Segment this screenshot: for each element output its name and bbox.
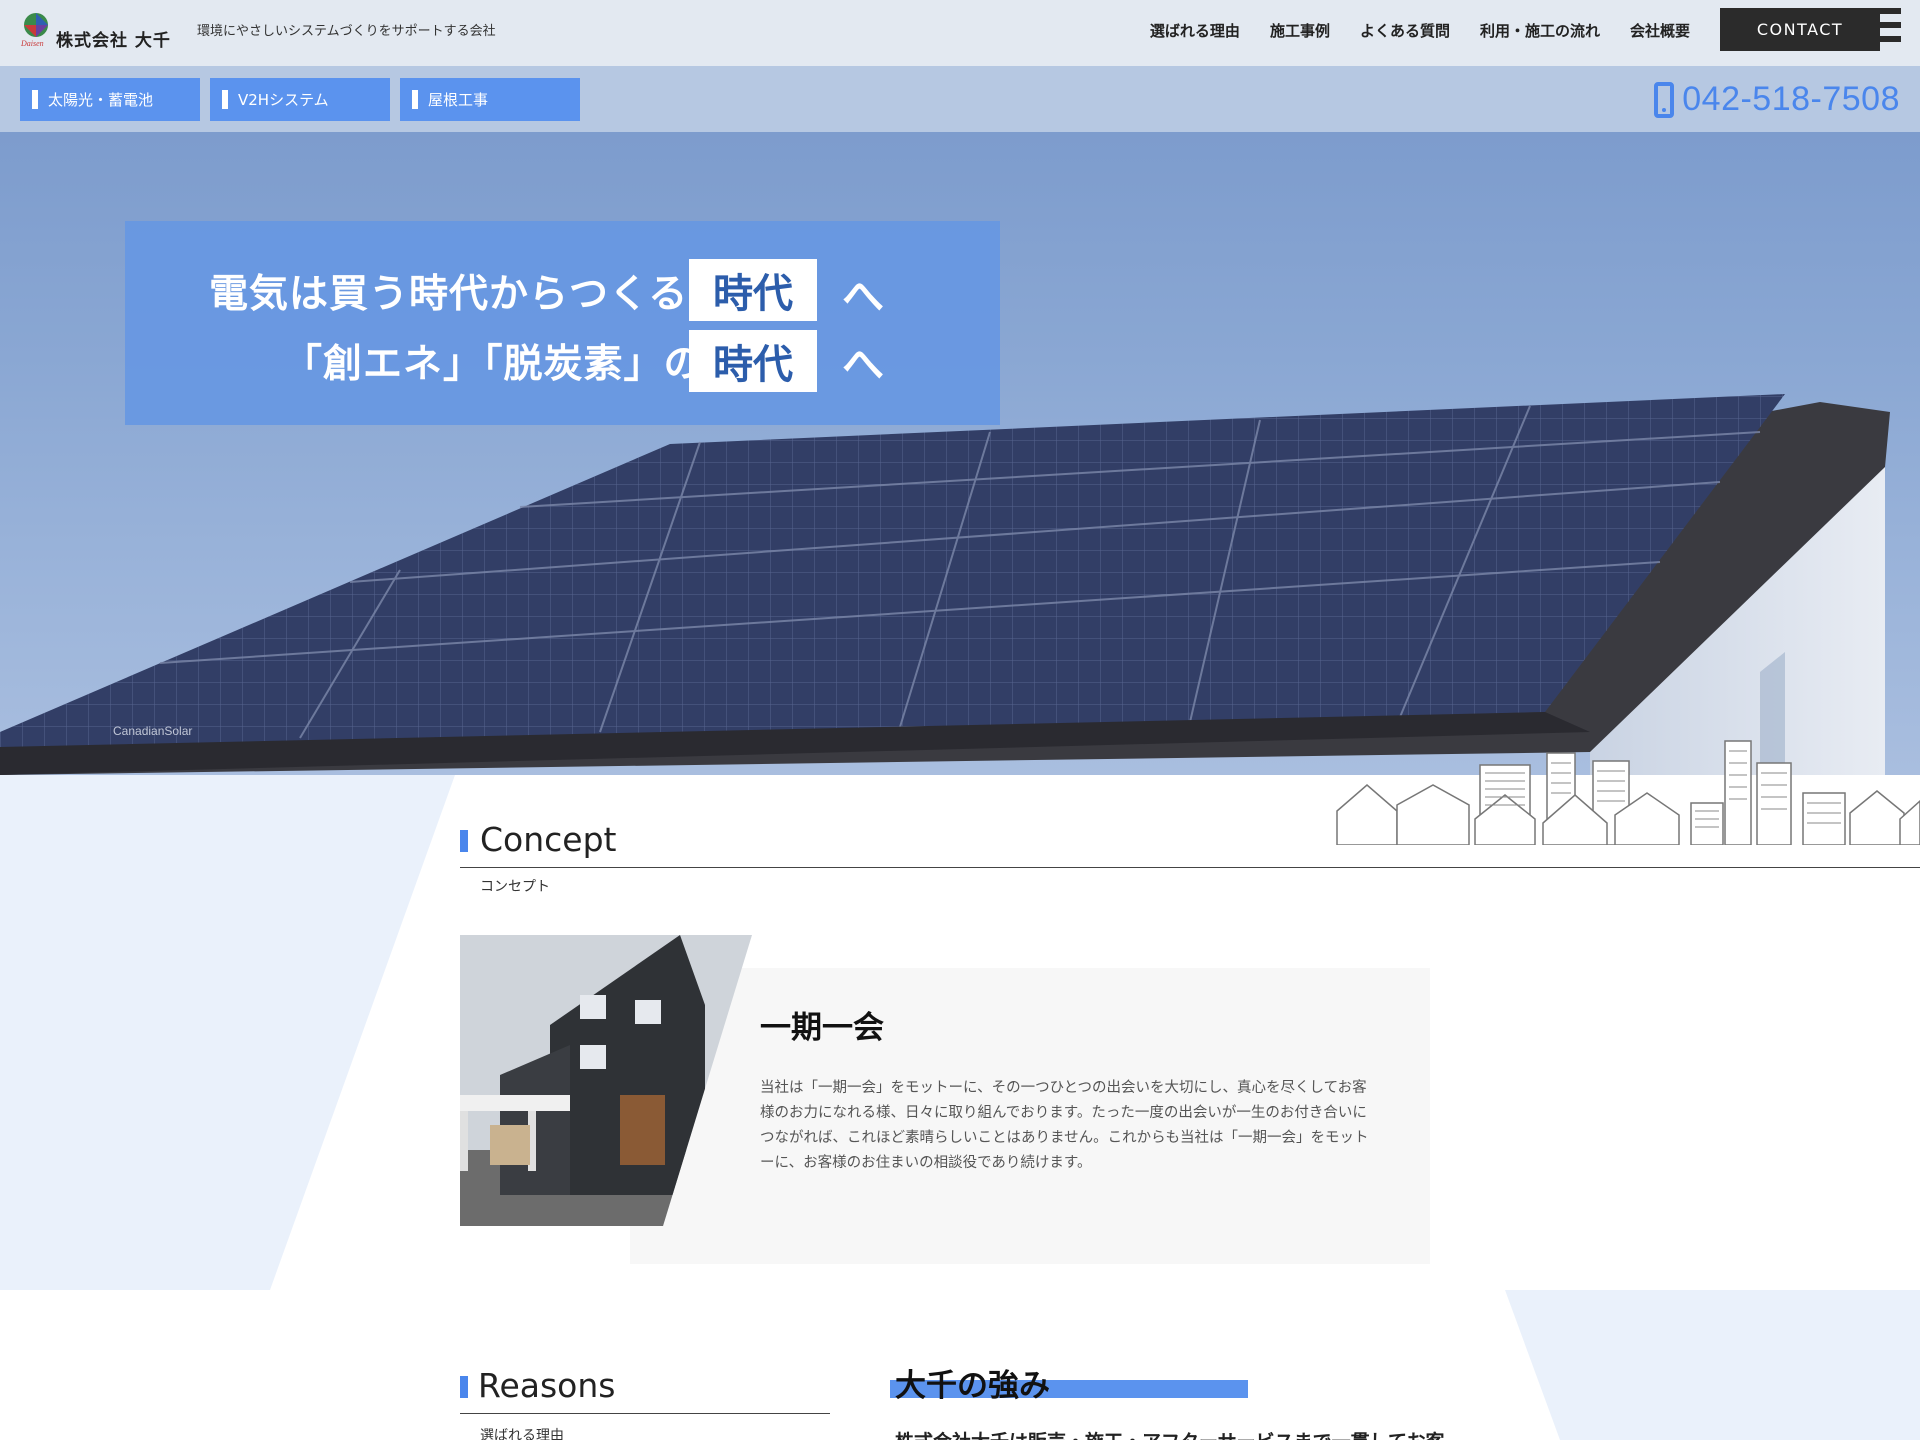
service-bar: 太陽光・蓄電池 V2Hシステム 屋根工事 042-518-7508	[0, 66, 1920, 132]
concept-house-photo	[460, 935, 752, 1226]
hero-line-2: 「創エネ」「脱炭素」の	[283, 342, 704, 387]
hero-section: CanadianSolar 電気は買う時代からつくる 時代 へ 「創エネ」「脱炭…	[0, 132, 1920, 775]
nav-flow[interactable]: 利用・施工の流れ	[1480, 20, 1600, 41]
company-logo[interactable]: Daisen 株式会社 大千	[18, 10, 178, 54]
hero-line-1: 電気は買う時代からつくる	[209, 272, 689, 317]
company-name: 株式会社 大千	[56, 31, 171, 51]
concept-title-accent	[460, 830, 468, 852]
concept-title: Concept	[480, 820, 617, 859]
logo-mark-icon: Daisen	[20, 13, 48, 48]
site-tagline: 環境にやさしいシステムづくりをサポートする会社	[197, 24, 496, 39]
concept-title-rule	[460, 867, 1920, 868]
service-roof-button[interactable]: 屋根工事	[400, 78, 580, 121]
concept-section: Concept コンセプト 一期一会 当社は「一期一会」をモットーに、その一つひ…	[0, 740, 1920, 1290]
nav-faq[interactable]: よくある質問	[1360, 20, 1450, 41]
hero-highlight-1: 時代	[689, 259, 817, 321]
hero-arrow-2: へ	[842, 340, 885, 389]
strength-heading: 大千の強み	[895, 1368, 1050, 1404]
phone-number: 042-518-7508	[1682, 80, 1900, 118]
hero-arrow-1: へ	[842, 272, 885, 321]
concept-heading: 一期一会	[760, 1010, 884, 1046]
concept-body-text: 当社は「一期一会」をモットーに、その一つひとつの出会いを大切にし、真心を尽くして…	[760, 1080, 1369, 1171]
hamburger-menu-icon[interactable]	[1855, 8, 1901, 48]
service-solar-button[interactable]: 太陽光・蓄電池	[20, 78, 200, 121]
reasons-subtitle: 選ばれる理由	[480, 1428, 564, 1440]
logo-mark-text: Daisen	[20, 39, 44, 48]
reasons-title-rule	[460, 1413, 830, 1414]
reasons-section: Reasons 選ばれる理由 大千の強み 株式会社大千は販売・施工・アフターサー…	[0, 1290, 1920, 1440]
strength-body-text: 株式会社大千は販売・施工・アフターサービスまで一貫してお客	[895, 1427, 1444, 1440]
nav-company[interactable]: 会社概要	[1630, 20, 1690, 41]
phone-link[interactable]: 042-518-7508	[1654, 80, 1900, 119]
site-header: Daisen 株式会社 大千 環境にやさしいシステムづくりをサポートする会社 選…	[0, 0, 1920, 66]
nav-reasons[interactable]: 選ばれる理由	[1150, 20, 1240, 41]
panel-brand-label: CanadianSolar	[113, 724, 192, 738]
city-skyline-illustration	[1336, 740, 1920, 845]
nav-works[interactable]: 施工事例	[1270, 20, 1330, 41]
reasons-title: Reasons	[478, 1366, 616, 1405]
hero-highlight-2: 時代	[689, 330, 817, 392]
concept-subtitle: コンセプト	[480, 879, 550, 895]
global-nav: 選ばれる理由 施工事例 よくある質問 利用・施工の流れ 会社概要	[1150, 0, 1690, 60]
service-v2h-button[interactable]: V2Hシステム	[210, 78, 390, 121]
smartphone-icon	[1654, 81, 1675, 118]
reasons-title-accent	[460, 1376, 468, 1398]
hero-copy-box: 電気は買う時代からつくる 時代 へ 「創エネ」「脱炭素」の 時代 へ	[125, 221, 1000, 425]
